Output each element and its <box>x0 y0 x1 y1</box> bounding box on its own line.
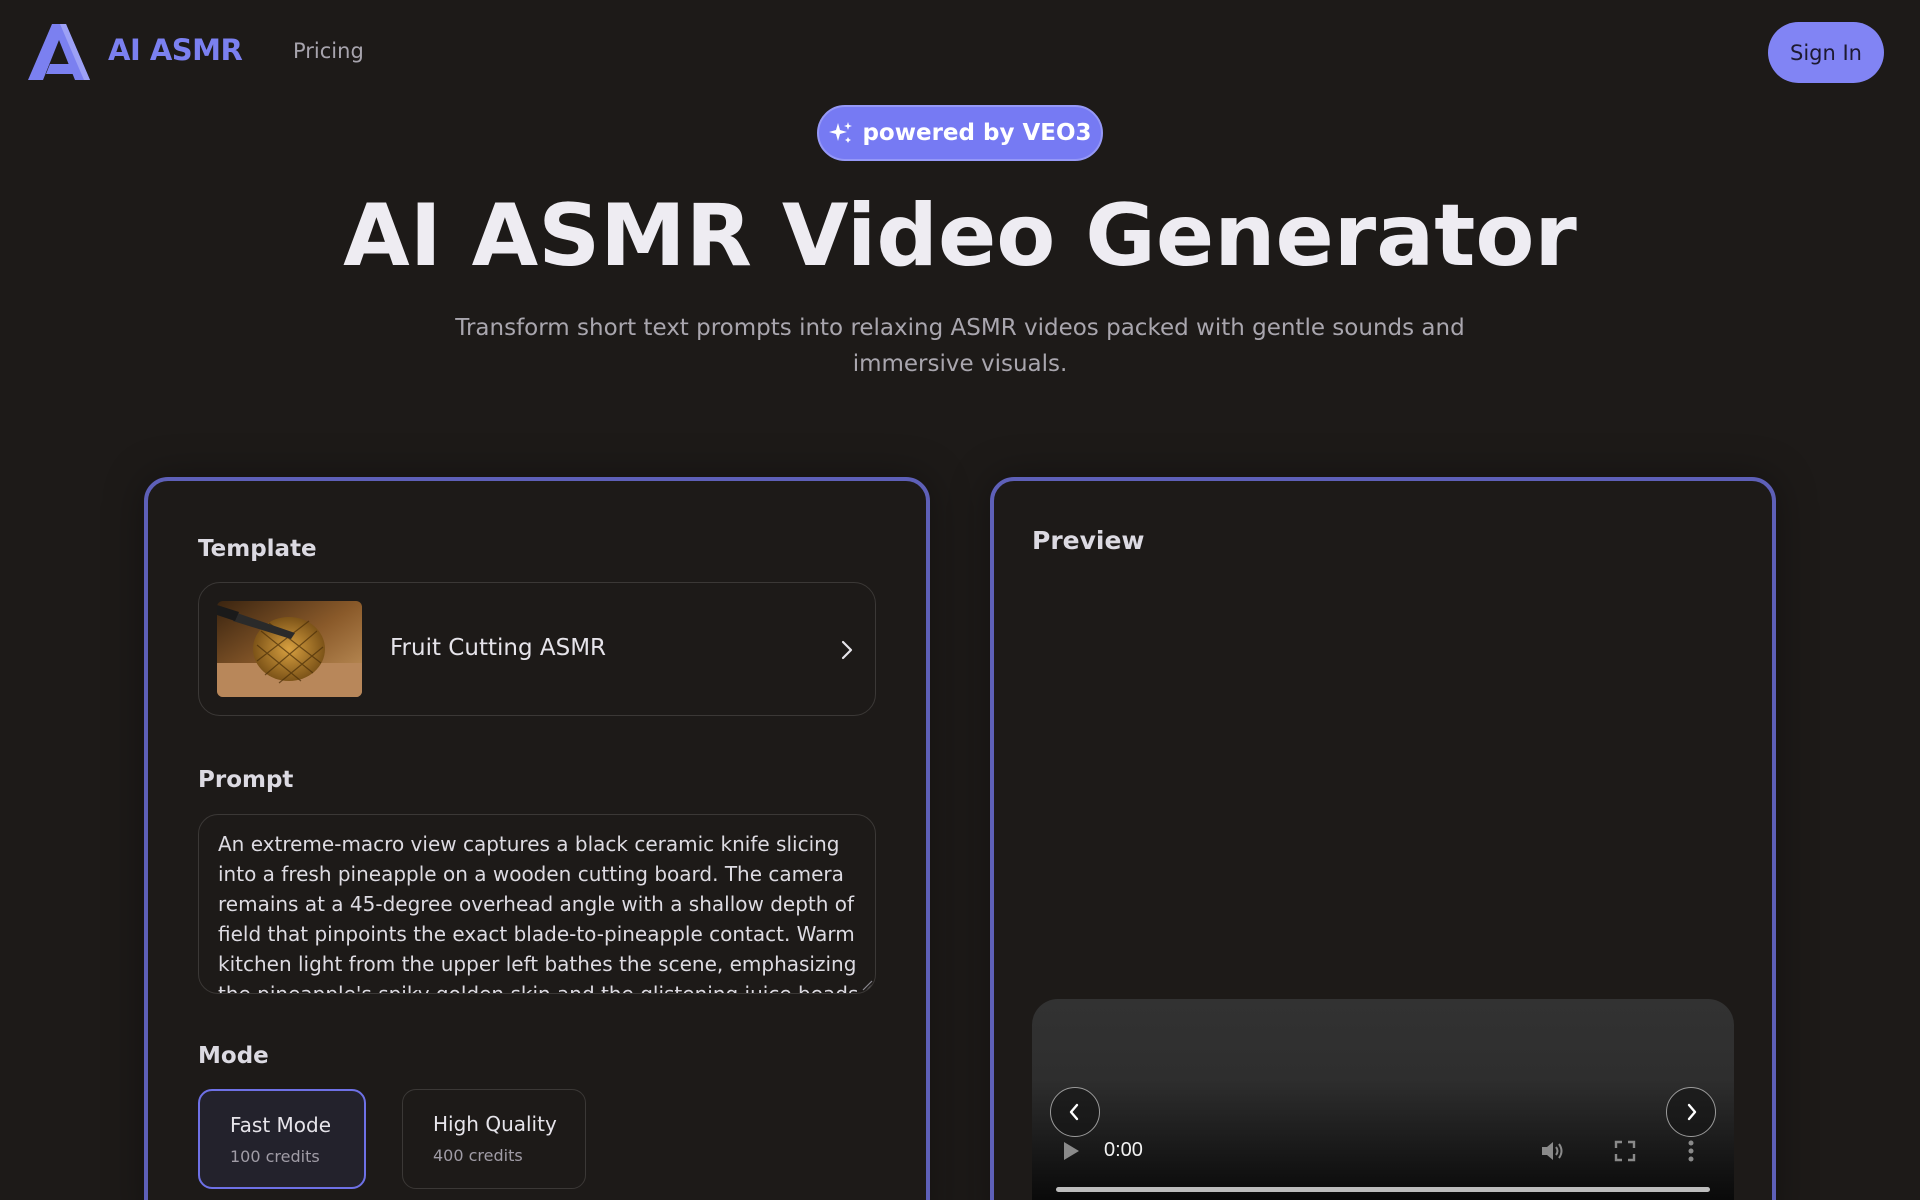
chevron-left-icon <box>1069 1103 1079 1121</box>
volume-icon[interactable] <box>1540 1139 1566 1163</box>
brand-name[interactable]: AI ASMR <box>108 33 243 67</box>
preview-title: Preview <box>1032 526 1145 555</box>
prompt-text: An extreme-macro view captures a black c… <box>218 832 859 994</box>
powered-by-badge: powered by VEO3 <box>817 105 1103 161</box>
page-title: AI ASMR Video Generator <box>343 186 1577 286</box>
site-header: AI ASMR Pricing Sign In <box>0 0 1920 104</box>
next-button[interactable] <box>1666 1087 1716 1137</box>
template-name: Fruit Cutting ASMR <box>390 635 607 661</box>
badge-text: powered by VEO3 <box>862 120 1092 146</box>
logo-a-icon[interactable] <box>28 24 90 80</box>
chevron-right-icon <box>1687 1103 1697 1121</box>
resize-handle-icon[interactable] <box>861 979 873 991</box>
page-subtitle: Transform short text prompts into relaxi… <box>455 315 1465 377</box>
chevron-right-icon[interactable] <box>837 638 857 662</box>
mode-option-fast[interactable]: Fast Mode 100 credits <box>198 1089 366 1189</box>
time-display: 0:00 <box>1104 1139 1143 1161</box>
sparkle-icon <box>829 122 853 143</box>
play-icon[interactable] <box>1062 1141 1080 1161</box>
prompt-label: Prompt <box>198 767 294 793</box>
fullscreen-icon[interactable] <box>1614 1140 1636 1162</box>
nav-pricing-link[interactable]: Pricing <box>293 39 364 63</box>
generator-form-panel: Template Fruit Cutting ASMR Prompt An ex… <box>144 477 930 1200</box>
mode-option-high-quality[interactable]: High Quality 400 credits <box>402 1089 586 1189</box>
mode-credits: 400 credits <box>433 1146 523 1165</box>
preview-panel: Preview 0:00 <box>990 477 1776 1200</box>
more-vertical-icon[interactable] <box>1687 1139 1695 1163</box>
mode-credits: 100 credits <box>230 1147 320 1166</box>
mode-label: Mode <box>198 1043 269 1069</box>
video-player[interactable]: 0:00 <box>1032 999 1734 1200</box>
progress-bar[interactable] <box>1056 1187 1710 1192</box>
prompt-textarea[interactable]: An extreme-macro view captures a black c… <box>198 814 876 994</box>
sign-in-button[interactable]: Sign In <box>1768 22 1884 83</box>
template-thumbnail <box>217 601 362 697</box>
template-label: Template <box>198 536 317 562</box>
template-selector[interactable]: Fruit Cutting ASMR <box>198 582 876 716</box>
mode-title: High Quality <box>433 1112 557 1136</box>
previous-button[interactable] <box>1050 1087 1100 1137</box>
mode-title: Fast Mode <box>230 1113 332 1137</box>
